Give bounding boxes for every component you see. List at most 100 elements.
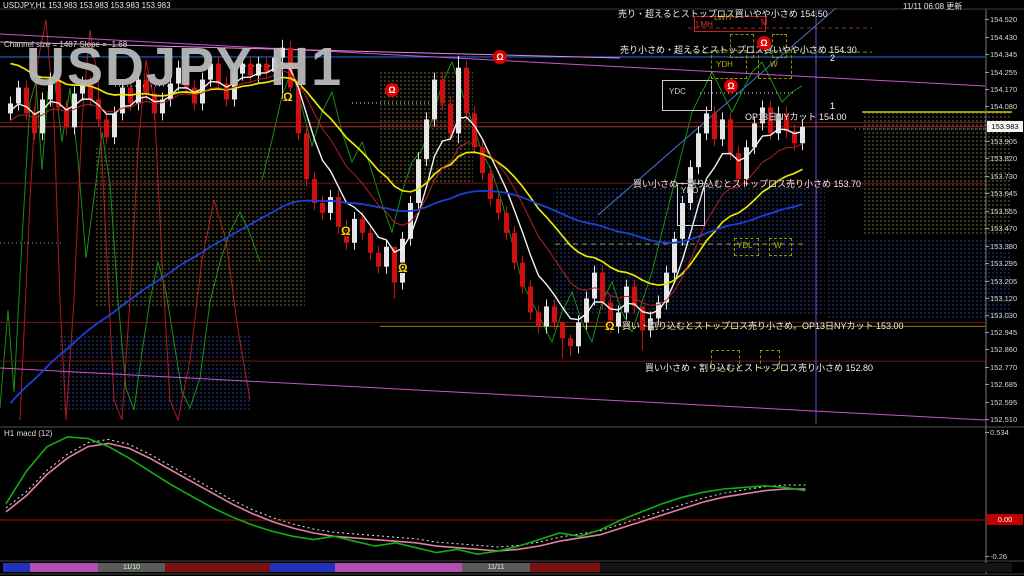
session-date-label: 11/10	[98, 563, 165, 572]
candle-body	[560, 322, 565, 338]
candle-body	[624, 287, 629, 313]
level-box-label: YDC	[669, 87, 686, 96]
candle-body	[416, 159, 421, 203]
candle-body	[432, 80, 437, 120]
session-segment	[3, 563, 30, 572]
macd-indicator-label: H1 macd (12)	[4, 429, 52, 438]
candle-body	[528, 287, 533, 313]
candle-body	[728, 119, 733, 153]
candle-body	[696, 133, 701, 167]
candle-body	[32, 113, 37, 133]
price-axis-tick: 152.945	[990, 328, 1017, 337]
candle-body	[576, 322, 581, 346]
order-annotation: 買い小さめ・割り込むとストップロス売り小さめ 153.70	[633, 177, 861, 190]
candle-body	[744, 147, 749, 179]
candle-body	[752, 123, 757, 147]
channel-info-label: Channel size = 1487 Slope = -1.68	[4, 40, 127, 49]
price-axis-tick: 153.205	[990, 277, 1017, 286]
candle-body	[600, 273, 605, 303]
session-segment	[30, 563, 98, 572]
candle-body	[328, 197, 333, 213]
price-axis-tick: 153.295	[990, 259, 1017, 268]
price-axis-tick: 153.120	[990, 294, 1017, 303]
candle-body	[312, 179, 317, 203]
update-timestamp: 11/11 06:08 更新	[903, 1, 962, 12]
symbol-ohlc-label: USDJPY,H1 153.983 153.983 153.983 153.98…	[3, 1, 171, 10]
price-axis-tick: 153.730	[990, 172, 1017, 181]
price-axis-tick: 154.345	[990, 50, 1017, 59]
macd-main-line	[6, 437, 806, 554]
candle-body	[448, 103, 453, 133]
candle-body	[736, 153, 741, 179]
candle-body	[592, 273, 597, 299]
candle-body	[488, 173, 493, 199]
price-axis-tick: 154.170	[990, 85, 1017, 94]
candle-body	[536, 312, 541, 326]
candle-body	[40, 100, 45, 134]
price-axis-tick: 153.030	[990, 311, 1017, 320]
candle-body	[552, 306, 557, 322]
price-axis-tick: 154.255	[990, 68, 1017, 77]
candle-body	[544, 306, 549, 326]
session-segment	[270, 563, 335, 572]
candle-body	[384, 247, 389, 267]
order-annotation: 売り・超えるとストップロス買いやや小さめ 154.50	[618, 7, 828, 20]
session-segment: 11/10	[98, 563, 165, 572]
price-axis-tick: 152.595	[990, 398, 1017, 407]
price-axis-tick: 153.645	[990, 189, 1017, 198]
line-number-label: 2	[830, 53, 835, 63]
price-axis-tick: 153.380	[990, 242, 1017, 251]
price-axis-tick: 154.430	[990, 33, 1017, 42]
candle-body	[568, 338, 573, 346]
candle-body	[360, 219, 365, 233]
candle-body	[464, 68, 469, 114]
candle-body	[112, 113, 117, 137]
price-axis-tick: 152.860	[990, 345, 1017, 354]
candle-body	[72, 94, 77, 128]
level-box-label: W	[774, 241, 782, 250]
level-box-label: YDL	[737, 241, 753, 250]
price-axis-tick: 153.470	[990, 224, 1017, 233]
alert-magnet-icon: Ω	[724, 79, 738, 93]
candle-body	[440, 80, 445, 104]
candle-body	[104, 119, 109, 137]
session-segment: 11/11	[462, 563, 530, 572]
candle-body	[720, 119, 725, 139]
session-date-label: 11/11	[462, 563, 530, 572]
candle-body	[504, 213, 509, 233]
candle-body	[672, 239, 677, 273]
price-axis-tick: 153.820	[990, 154, 1017, 163]
price-axis-tick: 152.770	[990, 363, 1017, 372]
candle-body	[304, 133, 309, 179]
candle-body	[352, 219, 357, 243]
price-axis-tick: 152.685	[990, 380, 1017, 389]
magnet-icon: Ω	[605, 319, 615, 333]
alert-magnet-icon: Ω	[757, 36, 771, 50]
candle-body	[320, 203, 325, 213]
session-segment	[600, 563, 1012, 572]
level-box-label: W	[770, 60, 778, 69]
price-axis-tick: 154.080	[990, 102, 1017, 111]
level-box-label: LMH	[696, 20, 713, 29]
candle-body	[704, 113, 709, 133]
macd-zero-tag: 0.00	[987, 514, 1023, 525]
order-annotation: 買い小さめ・割り込むとストップロス売り小さめ 152.80	[645, 361, 873, 374]
candle-body	[496, 199, 501, 213]
magnet-icon: Ω	[283, 90, 293, 104]
macd-scale-top: 0.534	[990, 428, 1009, 437]
candle-body	[96, 100, 101, 120]
session-segment	[530, 563, 600, 572]
magnet-icon: Ω	[341, 224, 351, 238]
alert-magnet-icon: Ω	[385, 83, 399, 97]
candle-body	[16, 88, 21, 104]
candle-body	[368, 233, 373, 253]
price-axis-tick: 152.510	[990, 415, 1017, 424]
alert-magnet-icon: Ω	[493, 50, 507, 64]
candle-body	[800, 127, 805, 144]
line-number-label: 1	[830, 101, 835, 111]
candle-body	[712, 113, 717, 139]
candle-body	[480, 147, 485, 173]
level-box-label: YDH	[716, 60, 733, 69]
ichimoku-cloud	[95, 148, 305, 306]
candle-body	[376, 253, 381, 267]
